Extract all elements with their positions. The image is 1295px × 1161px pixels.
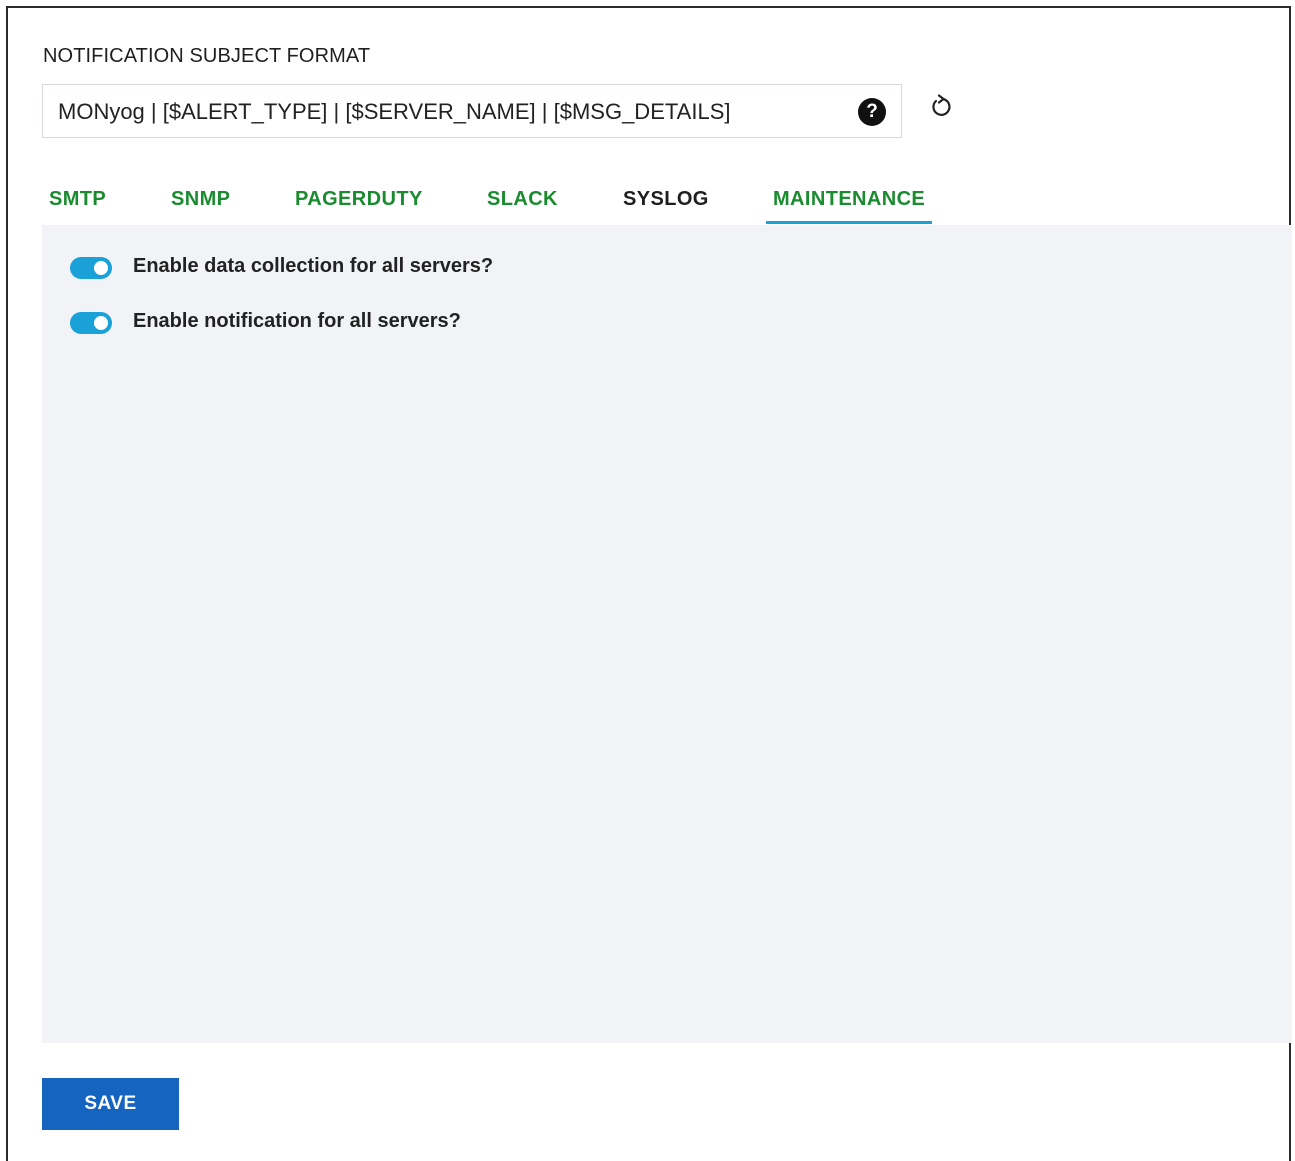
- data-collection-toggle[interactable]: [70, 257, 112, 279]
- question-circle-icon[interactable]: ?: [858, 98, 886, 126]
- tab-syslog[interactable]: SYSLOG: [623, 186, 709, 224]
- maintenance-panel: Enable data collection for all servers? …: [42, 225, 1292, 1043]
- data-collection-label: Enable data collection for all servers?: [133, 255, 494, 277]
- notification-label: Enable notification for all servers?: [133, 310, 461, 332]
- reset-icon[interactable]: [928, 94, 954, 120]
- notification-toggle[interactable]: [70, 312, 112, 334]
- notification-subject-input[interactable]: MONyog | [$ALERT_TYPE] | [$SERVER_NAME] …: [42, 84, 902, 138]
- tab-maintenance[interactable]: MAINTENANCE: [766, 186, 933, 224]
- toggle-knob: [94, 316, 108, 330]
- toggle-knob: [94, 261, 108, 275]
- notification-tabs: SMTP SNMP PAGERDUTY SLACK SYSLOG MAINTEN…: [42, 186, 1292, 226]
- tab-pagerduty[interactable]: PAGERDUTY: [295, 186, 423, 224]
- notification-subject-value[interactable]: MONyog | [$ALERT_TYPE] | [$SERVER_NAME] …: [58, 99, 730, 125]
- tab-smtp[interactable]: SMTP: [49, 186, 106, 224]
- save-button[interactable]: SAVE: [42, 1078, 179, 1130]
- tab-slack[interactable]: SLACK: [487, 186, 558, 224]
- tab-snmp[interactable]: SNMP: [171, 186, 230, 224]
- notification-subject-label: NOTIFICATION SUBJECT FORMAT: [43, 45, 371, 67]
